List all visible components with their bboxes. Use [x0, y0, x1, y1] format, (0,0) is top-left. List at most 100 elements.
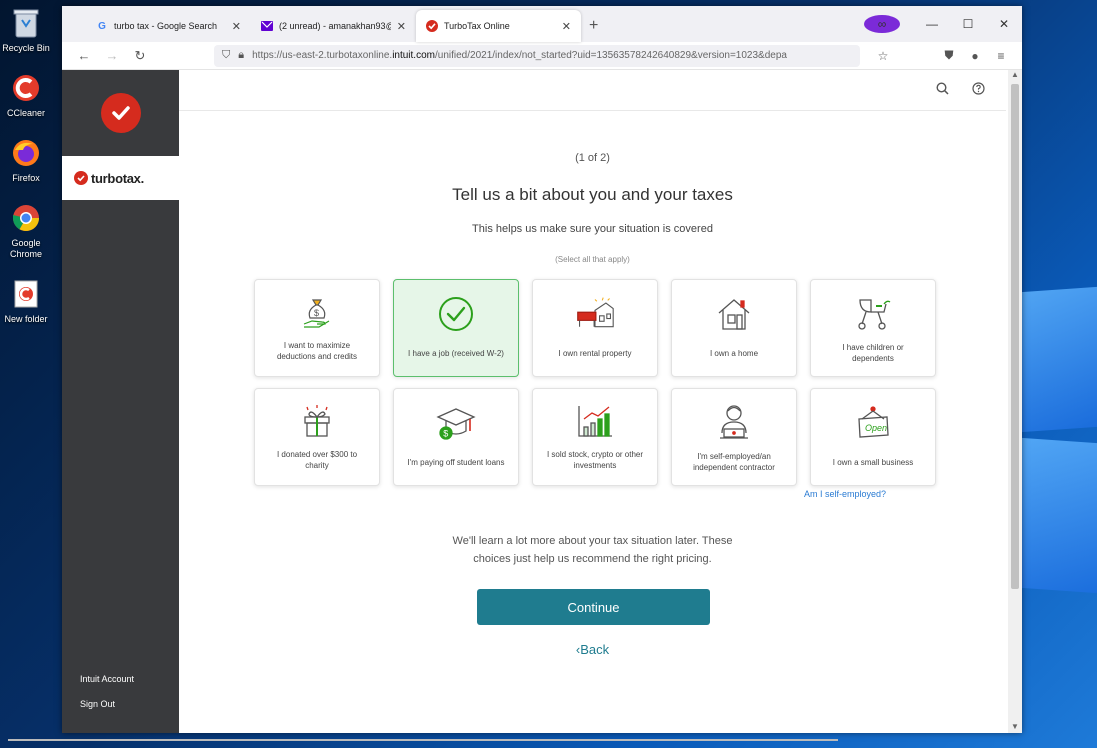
- situation-card-grid: $ I want to maximize deductions and cred…: [254, 279, 936, 486]
- close-icon[interactable]: ✕: [397, 20, 406, 33]
- tab-google-search[interactable]: G turbo tax - Google Search ✕: [86, 10, 251, 42]
- card-children-dependents[interactable]: I have children or dependents: [810, 279, 936, 377]
- continue-button[interactable]: Continue: [477, 589, 710, 625]
- scroll-up-icon[interactable]: ▲: [1008, 70, 1022, 79]
- svg-text:$: $: [314, 308, 319, 318]
- chrome-icon: [9, 201, 43, 235]
- card-label: I want to maximize deductions and credit…: [276, 341, 358, 361]
- money-bag-icon: $: [297, 294, 337, 330]
- account-icon[interactable]: ●: [962, 49, 988, 63]
- check-circle-icon: [436, 294, 476, 334]
- card-self-employed[interactable]: I'm self-employed/an independent contrac…: [671, 388, 797, 486]
- pricing-note: We'll learn a lot more about your tax si…: [179, 532, 1006, 568]
- desktop-icon-ccleaner[interactable]: CCleaner: [0, 71, 52, 119]
- card-label: I donated over $300 to charity: [276, 450, 358, 470]
- pocket-icon[interactable]: ⛊: [936, 48, 962, 63]
- turbotax-check-logo-icon[interactable]: [100, 93, 141, 133]
- open-sign-icon: Open: [853, 403, 893, 443]
- am-i-self-employed-link[interactable]: Am I self-employed?: [804, 489, 886, 499]
- forward-arrow-icon[interactable]: →: [98, 48, 126, 63]
- reload-icon[interactable]: ↻: [126, 48, 154, 64]
- select-hint: (Select all that apply): [555, 255, 630, 264]
- extension-icon[interactable]: ∞: [864, 15, 900, 33]
- graduation-cap-icon: $: [436, 403, 476, 443]
- card-sold-investments[interactable]: I sold stock, crypto or other investment…: [532, 388, 658, 486]
- card-label: I own a small business: [832, 457, 914, 467]
- url-prefix: https://us-east-2.turbotaxonline.: [252, 50, 393, 61]
- back-arrow-icon[interactable]: ←: [70, 48, 98, 63]
- note-line-1: We'll learn a lot more about your tax si…: [452, 535, 733, 547]
- sidebar-links: Intuit Account Sign Out: [80, 659, 134, 709]
- horizontal-scrollbar[interactable]: [8, 739, 838, 741]
- desktop-icon-label: Google Chrome: [9, 238, 42, 259]
- tab-title: (2 unread) - amanakhan93@yahoo.com: [279, 21, 391, 31]
- desktop-icon-new-folder[interactable]: New folder: [0, 277, 52, 325]
- worker-laptop-icon: [714, 403, 754, 441]
- desktop-icon-firefox[interactable]: Firefox: [0, 136, 52, 184]
- close-icon[interactable]: ✕: [232, 20, 241, 33]
- desktop-icon-label: New folder: [4, 314, 48, 324]
- close-window-icon[interactable]: ✕: [986, 17, 1022, 31]
- step-indicator: (1 of 2): [575, 152, 610, 164]
- svg-text:$: $: [443, 429, 448, 439]
- page-title: Tell us a bit about you and your taxes: [452, 185, 733, 204]
- browser-window: G turbo tax - Google Search ✕ (2 unread)…: [62, 6, 1022, 733]
- new-tab-button[interactable]: +: [589, 10, 598, 42]
- card-label: I own a home: [709, 348, 759, 358]
- turbotax-brand: turbotax.: [62, 156, 179, 200]
- firefox-icon: [9, 136, 43, 170]
- tab-yahoo-mail[interactable]: (2 unread) - amanakhan93@yahoo.com ✕: [251, 10, 416, 42]
- vertical-scrollbar[interactable]: ▲ ▼: [1008, 70, 1022, 733]
- sidebar: turbotax. Intuit Account Sign Out: [62, 70, 179, 733]
- house-icon: [714, 294, 754, 334]
- search-icon[interactable]: [924, 82, 960, 98]
- mail-icon: [261, 20, 273, 32]
- main-content: (1 of 2) Tell us a bit about you and you…: [179, 70, 1022, 733]
- maximize-icon[interactable]: ☐: [950, 17, 986, 31]
- card-rental-property[interactable]: I own rental property: [532, 279, 658, 377]
- page-subtitle: This helps us make sure your situation i…: [472, 223, 713, 235]
- card-own-home[interactable]: I own a home: [671, 279, 797, 377]
- menu-icon[interactable]: ≡: [988, 49, 1014, 63]
- svg-text:Open: Open: [865, 423, 887, 433]
- bookmark-star-icon[interactable]: ☆: [870, 49, 896, 63]
- scrollbar-thumb[interactable]: [1011, 84, 1019, 589]
- desktop-icon-label: CCleaner: [6, 108, 46, 118]
- stroller-icon: [853, 294, 893, 332]
- card-label: I own rental property: [558, 348, 632, 358]
- turbotax-logo-icon: [74, 171, 88, 185]
- url-path: /unified/2021/index/not_started?uid=1356…: [434, 50, 787, 61]
- back-label: Back: [580, 642, 610, 657]
- card-have-job[interactable]: I have a job (received W-2): [393, 279, 519, 377]
- minimize-icon[interactable]: —: [914, 17, 950, 31]
- url-bar[interactable]: ⛉ 🔒︎ https://us-east-2.turbotaxonline. in…: [214, 44, 860, 67]
- bar-chart-icon: [575, 403, 615, 439]
- help-icon[interactable]: [960, 82, 996, 98]
- desktop-icon-label: Firefox: [12, 173, 40, 183]
- close-icon[interactable]: ✕: [562, 20, 571, 33]
- intuit-account-link[interactable]: Intuit Account: [80, 674, 134, 684]
- card-student-loans[interactable]: $ I'm paying off student loans: [393, 388, 519, 486]
- scroll-down-icon[interactable]: ▼: [1008, 722, 1022, 731]
- card-maximize-deductions[interactable]: $ I want to maximize deductions and cred…: [254, 279, 380, 377]
- tab-bar: G turbo tax - Google Search ✕ (2 unread)…: [62, 6, 1022, 42]
- card-small-business[interactable]: Open I own a small business: [810, 388, 936, 486]
- sign-out-link[interactable]: Sign Out: [80, 699, 134, 709]
- sidebar-header: [62, 70, 179, 156]
- card-donated-charity[interactable]: I donated over $300 to charity: [254, 388, 380, 486]
- google-icon: G: [98, 20, 106, 32]
- gift-icon: [297, 403, 337, 439]
- url-domain: intuit.com: [392, 50, 435, 61]
- note-line-2: choices just help us recommend the right…: [473, 553, 712, 565]
- card-label: I have a job (received W-2): [408, 348, 504, 358]
- back-button[interactable]: ‹Back: [179, 642, 1006, 657]
- desktop-icon-chrome[interactable]: Google Chrome: [0, 201, 52, 260]
- desktop-icon-recycle-bin[interactable]: Recycle Bin: [0, 6, 52, 54]
- rental-property-icon: [575, 294, 615, 334]
- desktop-icon-label: Recycle Bin: [2, 43, 50, 53]
- ccleaner-icon: [9, 71, 43, 105]
- folder-icon: [9, 277, 43, 311]
- card-label: I sold stock, crypto or other investment…: [546, 450, 644, 470]
- navigation-bar: ← → ↻ ⛉ 🔒︎ https://us-east-2.turbotaxonl…: [62, 42, 1022, 70]
- tab-turbotax-online[interactable]: TurboTax Online ✕: [416, 10, 581, 42]
